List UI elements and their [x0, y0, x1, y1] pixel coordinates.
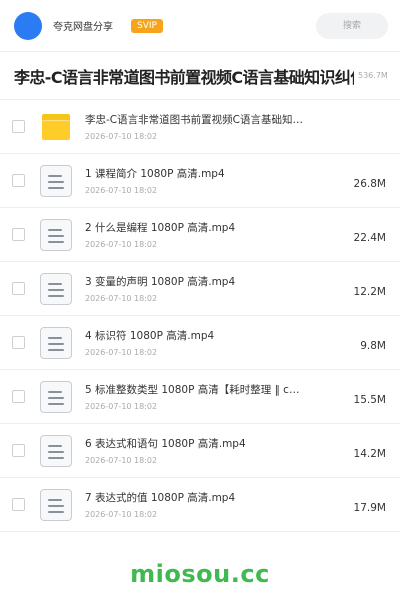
- item-name: 6 表达式和语句 1080P 高清.mp4: [85, 438, 246, 450]
- item-info: 1 课程简介 1080P 高清.mp4 2026-07-10 18:02: [85, 166, 346, 195]
- folder-header: 李忠-C语言非常道图书前置视频C语言基础知识纠偏 536.7M: [0, 52, 400, 100]
- folder-icon: [40, 111, 72, 143]
- item-info: 2 什么是编程 1080P 高清.mp4 2026-07-10 18:02: [85, 220, 346, 249]
- item-checkbox[interactable]: [12, 336, 25, 349]
- list-item[interactable]: 2 什么是编程 1080P 高清.mp4 2026-07-10 18:02 22…: [0, 208, 400, 262]
- avatar[interactable]: [14, 11, 42, 40]
- item-date: 2026-07-10 18:02: [85, 456, 158, 465]
- document-icon: [40, 380, 72, 413]
- item-date: 2026-07-10 18:02: [85, 510, 158, 519]
- item-info: 6 表达式和语句 1080P 高清.mp4 2026-07-10 18:02: [85, 436, 346, 465]
- item-date: 2026-07-10 18:02: [85, 294, 158, 303]
- item-date: 2026-07-10 18:02: [85, 132, 158, 141]
- item-name: 李忠-C语言非常道图书前置视频C语言基础知识纠偏: [85, 114, 311, 126]
- document-icon: [40, 218, 72, 251]
- item-checkbox[interactable]: [12, 120, 25, 133]
- item-size: 14.2M: [353, 447, 386, 460]
- list-item[interactable]: 5 标准整数类型 1080P 高清【耗时整理 ‖ c… 2026-07-10 1…: [0, 370, 400, 424]
- document-icon: [40, 326, 72, 359]
- list-item[interactable]: 1 课程简介 1080P 高清.mp4 2026-07-10 18:02 26.…: [0, 154, 400, 208]
- list-item[interactable]: 4 标识符 1080P 高清.mp4 2026-07-10 18:02 9.8M: [0, 316, 400, 370]
- item-checkbox[interactable]: [12, 282, 25, 295]
- item-name: 3 变量的声明 1080P 高清.mp4: [85, 276, 236, 288]
- item-info: 4 标识符 1080P 高清.mp4 2026-07-10 18:02: [85, 328, 352, 357]
- item-info: 7 表达式的值 1080P 高清.mp4 2026-07-10 18:02: [85, 490, 346, 519]
- item-size: 9.8M: [360, 339, 386, 352]
- document-icon: [40, 272, 72, 305]
- list-item[interactable]: 李忠-C语言非常道图书前置视频C语言基础知识纠偏 2026-07-10 18:0…: [0, 100, 400, 154]
- list-item[interactable]: 6 表达式和语句 1080P 高清.mp4 2026-07-10 18:02 1…: [0, 424, 400, 478]
- item-date: 2026-07-10 18:02: [85, 186, 158, 195]
- item-date: 2026-07-10 18:02: [85, 348, 158, 357]
- item-name: 4 标识符 1080P 高清.mp4: [85, 330, 215, 342]
- item-checkbox[interactable]: [12, 228, 25, 241]
- document-icon: [40, 488, 72, 521]
- item-checkbox[interactable]: [12, 174, 25, 187]
- item-info: 5 标准整数类型 1080P 高清【耗时整理 ‖ c… 2026-07-10 1…: [85, 382, 346, 411]
- item-size: 26.8M: [353, 177, 386, 190]
- document-icon: [40, 164, 72, 197]
- item-name: 7 表达式的值 1080P 高清.mp4: [85, 492, 236, 504]
- folder-size: 536.7M: [358, 71, 388, 80]
- item-date: 2026-07-10 18:02: [85, 402, 158, 411]
- file-list: 李忠-C语言非常道图书前置视频C语言基础知识纠偏 2026-07-10 18:0…: [0, 100, 400, 532]
- item-size: 22.4M: [353, 231, 386, 244]
- item-date: 2026-07-10 18:02: [85, 240, 158, 249]
- item-size: 12.2M: [353, 285, 386, 298]
- item-name: 5 标准整数类型 1080P 高清【耗时整理 ‖ c…: [85, 384, 300, 396]
- top-bar: 夸克网盘分享 SVIP: [0, 0, 400, 52]
- username: 夸克网盘分享: [53, 22, 113, 33]
- item-name: 2 什么是编程 1080P 高清.mp4: [85, 222, 236, 234]
- item-checkbox[interactable]: [12, 498, 25, 511]
- list-item[interactable]: 7 表达式的值 1080P 高清.mp4 2026-07-10 18:02 17…: [0, 478, 400, 532]
- folder-title: 李忠-C语言非常道图书前置视频C语言基础知识纠偏: [14, 67, 354, 87]
- search-input[interactable]: [316, 12, 388, 39]
- item-info: 3 变量的声明 1080P 高清.mp4 2026-07-10 18:02: [85, 274, 346, 303]
- watermark: miosou.cc: [130, 560, 270, 588]
- item-checkbox[interactable]: [12, 444, 25, 457]
- item-size: 17.9M: [353, 501, 386, 514]
- list-item[interactable]: 3 变量的声明 1080P 高清.mp4 2026-07-10 18:02 12…: [0, 262, 400, 316]
- item-size: 15.5M: [353, 393, 386, 406]
- document-icon: [40, 434, 72, 467]
- svip-badge: SVIP: [131, 18, 163, 33]
- item-checkbox[interactable]: [12, 390, 25, 403]
- item-name: 1 课程简介 1080P 高清.mp4: [85, 168, 225, 180]
- item-info: 李忠-C语言非常道图书前置视频C语言基础知识纠偏 2026-07-10 18:0…: [85, 112, 378, 141]
